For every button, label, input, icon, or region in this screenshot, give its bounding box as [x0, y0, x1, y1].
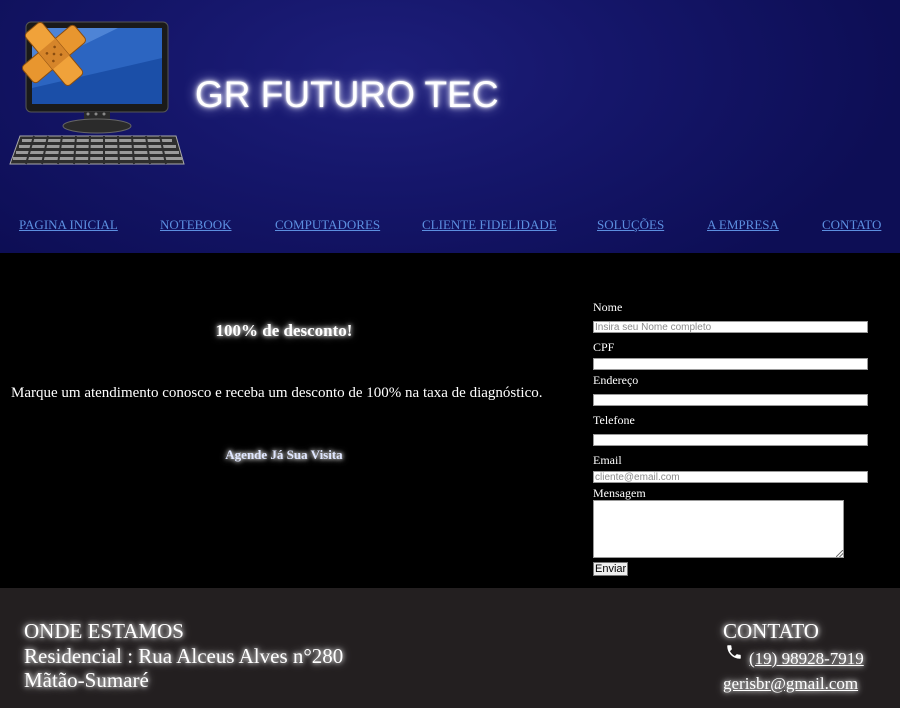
phone-icon [727, 645, 741, 659]
promo-text: Marque um atendimento conosco e receba u… [11, 385, 543, 401]
cpf-label: CPF [593, 340, 615, 354]
email-input[interactable] [593, 471, 868, 483]
location-title: ONDE ESTAMOS [24, 619, 184, 643]
address-line-2: Mãtão-Sumaré [24, 668, 149, 692]
email-label: Email [593, 453, 622, 467]
address-input[interactable] [593, 394, 868, 406]
nav-item-solucoes[interactable]: SOLUÇÕES [597, 217, 664, 233]
promo-title: 100% de desconto! [215, 321, 353, 340]
nav-item-computadores[interactable]: COMPUTADORES [275, 217, 380, 233]
site-header: GR FUTURO TEC PAGINA INICIAL NOTEBOOK CO… [0, 0, 900, 253]
computer-repair-icon [9, 21, 185, 165]
phone-input[interactable] [593, 434, 868, 446]
contact-title: CONTATO [723, 619, 819, 643]
main-nav: PAGINA INICIAL NOTEBOOK COMPUTADORES CLI… [0, 217, 900, 237]
nav-item-cliente-fidelidade[interactable]: CLIENTE FIDELIDADE [422, 217, 557, 233]
submit-button[interactable]: Enviar [593, 562, 629, 576]
nav-item-contato[interactable]: CONTATO [822, 217, 881, 233]
address-label: Endereço [593, 373, 639, 387]
main-content: 100% de desconto! Marque um atendimento … [0, 253, 900, 588]
name-label: Nome [593, 300, 623, 314]
phone-label: Telefone [593, 413, 635, 427]
nav-item-pagina-inicial[interactable]: PAGINA INICIAL [19, 217, 118, 233]
contact-form: Nome CPF Endereço Telefone Email Mensage… [593, 253, 873, 588]
message-label: Mensagem [593, 486, 646, 500]
contact-email-link[interactable]: gerisbr@gmail.com [723, 674, 858, 694]
promo-cta: Agende Já Sua Visita [225, 447, 343, 462]
contact-phone-link[interactable]: (19) 98928-7919 [749, 649, 864, 669]
cpf-input[interactable] [593, 358, 868, 370]
site-title: GR FUTURO TEC [195, 74, 499, 115]
nav-item-notebook[interactable]: NOTEBOOK [160, 217, 232, 233]
message-wrapper [593, 500, 844, 558]
address-line-1: Residencial : Rua Alceus Alves n°280 [24, 644, 344, 668]
message-textarea[interactable] [593, 500, 844, 558]
nav-item-a-empresa[interactable]: A EMPRESA [707, 217, 779, 233]
name-input[interactable] [593, 321, 868, 333]
site-footer: ONDE ESTAMOS Residencial : Rua Alceus Al… [0, 588, 900, 708]
